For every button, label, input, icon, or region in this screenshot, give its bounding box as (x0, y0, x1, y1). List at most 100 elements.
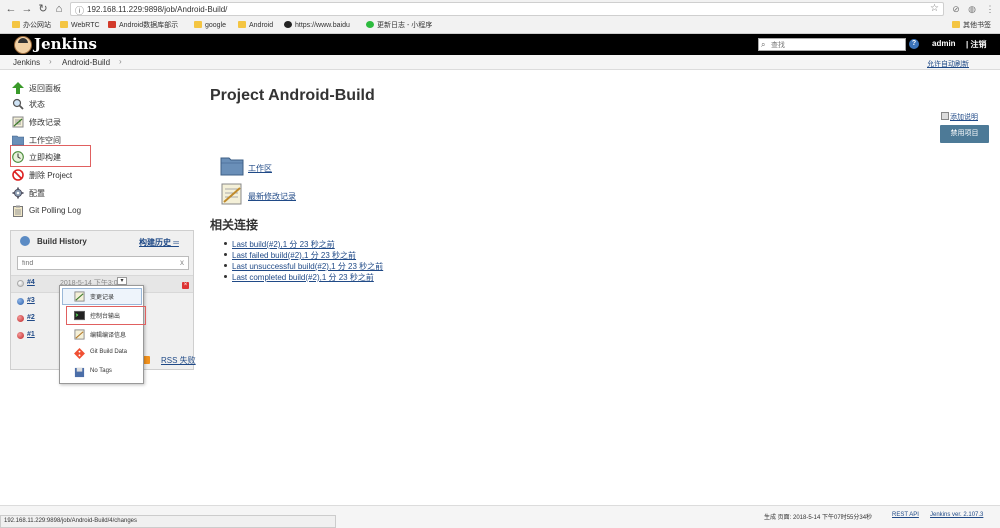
related-link[interactable]: Last completed build(#2),1 分 23 秒之前 (224, 272, 374, 283)
bookmark-item[interactable]: Android数据库部示 (108, 20, 178, 32)
build-trend-link[interactable]: 构建历史 ═ (139, 237, 179, 248)
menu-icon[interactable]: ⋮ (984, 3, 996, 15)
browser-navbar: ← → ↻ ⌂ ⓘ 192.168.11.229:9898/job/Androi… (0, 0, 1000, 18)
menu-item-label: No Tags (90, 368, 112, 374)
bullet (224, 264, 227, 267)
menu-item-console-output[interactable]: 控制台输出 (60, 307, 143, 324)
menu-item-no-tags[interactable]: No Tags (60, 364, 143, 381)
bookmark-label: Android (249, 22, 274, 29)
info-icon[interactable]: ⓘ (75, 4, 84, 17)
jenkins-version-link[interactable]: Jenkins ver. 2.107.3 (930, 512, 983, 518)
auto-refresh-link[interactable]: 允许自动刷新 (927, 59, 969, 69)
rss-failed-link[interactable]: RSS 失败 (161, 355, 196, 366)
home-icon[interactable]: ⌂ (52, 2, 66, 16)
cancel-build-icon[interactable]: × (182, 282, 189, 289)
related-link[interactable]: Last failed build(#2),1 分 23 秒之前 (224, 250, 356, 261)
build-number-link[interactable]: #1 (27, 331, 35, 338)
folder-icon (220, 157, 244, 176)
related-links-heading: 相关连接 (210, 218, 259, 232)
bookmark-label: 其他书签 (963, 22, 991, 29)
bookmark-item[interactable]: 更新日志 - 小程序 (366, 20, 432, 32)
jenkins-logo-icon[interactable] (14, 36, 32, 54)
bookmark-label: Android数据库部示 (119, 22, 179, 29)
bookmark-item[interactable]: 办公网站 (12, 20, 51, 32)
build-number-link[interactable]: #3 (27, 297, 35, 304)
bookmark-item[interactable]: google (194, 20, 226, 32)
breadcrumb-jenkins[interactable]: Jenkins (13, 58, 40, 67)
related-link-text[interactable]: Last completed build(#2),1 分 23 秒之前 (232, 273, 374, 282)
gear-icon (12, 187, 24, 199)
folder-icon (194, 21, 202, 28)
breadcrumb-chevron-icon[interactable]: › (119, 57, 122, 66)
magnifier-icon (12, 98, 24, 110)
extension-icon-2[interactable]: ◍ (966, 3, 978, 15)
search-box[interactable]: ⌕ (758, 38, 906, 51)
breadcrumb-project[interactable]: Android-Build (62, 58, 110, 67)
bookmark-item[interactable]: Android (238, 20, 273, 32)
build-find-box[interactable]: x (17, 256, 189, 270)
add-description-link[interactable]: 添加说明 (950, 112, 978, 122)
build-number-link[interactable]: #2 (27, 314, 35, 321)
extension-icon[interactable]: ⊘ (950, 3, 962, 15)
git-icon (74, 348, 85, 359)
menu-item-label: 编辑编译信息 (90, 333, 127, 339)
task-label: 状态 (29, 100, 45, 109)
search-input[interactable] (771, 40, 901, 50)
menu-item-git-build-data[interactable]: Git Build Data (60, 345, 143, 362)
forward-icon[interactable]: → (20, 2, 34, 16)
browser-chrome: ← → ↻ ⌂ ⓘ 192.168.11.229:9898/job/Androi… (0, 0, 1000, 34)
bookmark-label: 办公网站 (23, 22, 51, 29)
task-label: 立即构建 (29, 153, 61, 162)
folder-icon (12, 135, 24, 146)
related-link[interactable]: Last unsuccessful build(#2),1 分 23 秒之前 (224, 261, 383, 272)
notepad-edit-icon (74, 329, 85, 340)
csdn-icon (108, 21, 116, 28)
build-number-link[interactable]: #4 (27, 279, 35, 286)
bullet (224, 242, 227, 245)
edit-description-icon[interactable] (941, 112, 949, 120)
related-link-text[interactable]: Last failed build(#2),1 分 23 秒之前 (232, 251, 356, 260)
generated-timestamp: 生成 页面: 2018-5-14 下午07时55分34秒 (764, 515, 873, 521)
bookmark-label: https://www.baidu (295, 22, 350, 29)
other-bookmarks[interactable]: 其他书签 (952, 20, 991, 32)
rest-api-link[interactable]: REST API (892, 512, 919, 518)
floppy-icon (74, 367, 85, 378)
breadcrumb-chevron-icon[interactable]: › (49, 57, 52, 66)
chevron-down-icon[interactable]: ▾ (117, 277, 127, 285)
bookmark-label: google (205, 22, 227, 29)
related-link[interactable]: Last build(#2),1 分 23 秒之前 (224, 239, 335, 250)
menu-item-edit-build-info[interactable]: 编辑编译信息 (60, 326, 143, 343)
bookmark-item[interactable]: https://www.baidu (284, 20, 350, 32)
disable-project-button[interactable]: 禁用项目 (940, 125, 989, 143)
user-link[interactable]: admin (932, 39, 956, 48)
url-text: 192.168.11.229:9898/job/Android-Build/ (87, 5, 228, 14)
recent-changes-link[interactable]: 最新修改记录 (248, 191, 296, 202)
bookmark-label: 更新日志 - 小程序 (377, 22, 433, 29)
status-blue-icon (17, 298, 24, 305)
star-icon[interactable]: ☆ (930, 3, 939, 14)
bullet (224, 275, 227, 278)
build-history-title: Build History (37, 237, 87, 246)
reload-icon[interactable]: ↻ (36, 2, 50, 16)
build-history-icon (20, 236, 30, 246)
menu-item-changes[interactable]: 变更记录 (60, 288, 143, 305)
folder-icon (952, 21, 960, 28)
browser-status-bar: 192.168.11.229:9898/job/Android-Build/4/… (0, 515, 336, 528)
wechat-icon (366, 21, 374, 28)
workspace-link[interactable]: 工作区 (248, 163, 272, 174)
back-icon[interactable]: ← (4, 2, 18, 16)
folder-icon (60, 21, 68, 28)
logout-link[interactable]: | 注销 (966, 39, 986, 50)
clear-icon[interactable]: x (180, 258, 184, 267)
folder-icon (12, 21, 20, 28)
related-link-text[interactable]: Last unsuccessful build(#2),1 分 23 秒之前 (232, 262, 383, 271)
brand-title[interactable]: Jenkins (34, 35, 97, 53)
related-link-text[interactable]: Last build(#2),1 分 23 秒之前 (232, 240, 335, 249)
menu-item-label: Git Build Data (90, 349, 128, 355)
address-bar[interactable]: ⓘ 192.168.11.229:9898/job/Android-Build/… (70, 2, 944, 16)
task-label: 修改记录 (29, 118, 61, 127)
build-find-input[interactable] (22, 258, 172, 268)
help-icon[interactable]: ? (909, 39, 919, 49)
terminal-icon (74, 310, 85, 321)
bookmark-item[interactable]: WebRTC (60, 20, 100, 32)
